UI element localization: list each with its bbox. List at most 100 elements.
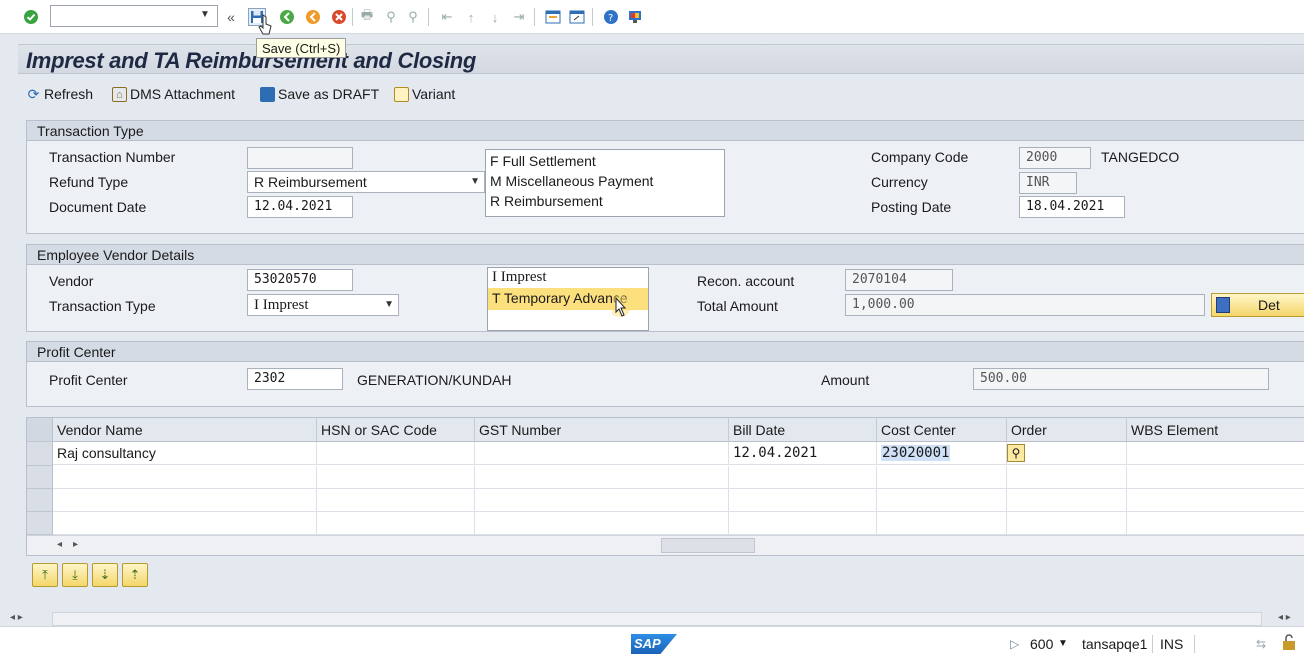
empty-cell[interactable]: [1007, 489, 1127, 512]
profit-center-field[interactable]: 2302: [247, 368, 343, 390]
row-selector[interactable]: [27, 489, 53, 512]
scroll-left-icon[interactable]: ◂: [57, 539, 62, 550]
row-selector[interactable]: [27, 442, 53, 466]
cost-center-cell[interactable]: 23020001: [877, 442, 1007, 465]
empty-cell[interactable]: [729, 512, 877, 535]
save-as-draft-button[interactable]: Save as DRAFT: [260, 82, 379, 106]
delete-row-button[interactable]: ⇣: [92, 563, 118, 587]
column-header[interactable]: Bill Date: [729, 418, 877, 442]
bill-date-cell[interactable]: 12.04.2021: [729, 442, 877, 465]
empty-cell[interactable]: [729, 489, 877, 512]
scroll-right-icon[interactable]: ◂ ▸: [1278, 612, 1291, 623]
row-selector[interactable]: [27, 512, 53, 535]
insert-row-button[interactable]: ⤒: [32, 563, 58, 587]
empty-cell[interactable]: [317, 489, 475, 512]
chevron-down-icon[interactable]: ▼: [470, 172, 480, 192]
scroll-track[interactable]: [52, 612, 1262, 626]
transaction-number-field[interactable]: [247, 147, 353, 169]
empty-cell[interactable]: [53, 489, 317, 512]
back-icon[interactable]: [278, 8, 296, 26]
column-header[interactable]: WBS Element: [1127, 418, 1304, 442]
previous-page-icon[interactable]: ↑: [462, 8, 480, 26]
amount-field[interactable]: 500.00: [973, 368, 1269, 390]
collapse-icon[interactable]: «: [222, 8, 240, 26]
vendor-name-cell[interactable]: Raj consultancy: [53, 442, 317, 465]
order-cell[interactable]: ⚲: [1007, 442, 1127, 465]
gst-cell[interactable]: [475, 442, 729, 465]
empty-cell[interactable]: [317, 512, 475, 535]
empty-cell[interactable]: [475, 466, 729, 489]
wbs-cell[interactable]: [1127, 442, 1304, 465]
lock-icon[interactable]: [1282, 633, 1296, 654]
next-page-icon[interactable]: ↓: [486, 8, 504, 26]
refund-option[interactable]: M Miscellaneous Payment: [486, 170, 724, 192]
shortcut-icon[interactable]: [568, 8, 586, 26]
page-horizontal-scrollbar[interactable]: ◂ ▸ ◂ ▸: [0, 611, 1304, 627]
column-header[interactable]: Vendor Name: [53, 418, 317, 442]
scroll-left-icon[interactable]: ◂ ▸: [10, 612, 23, 623]
recon-account-field[interactable]: 2070104: [845, 269, 953, 291]
hsn-cell[interactable]: [317, 442, 475, 465]
empty-cell[interactable]: [1127, 466, 1304, 489]
last-page-icon[interactable]: ⇥: [510, 8, 528, 26]
empty-cell[interactable]: [475, 512, 729, 535]
empty-cell[interactable]: [877, 466, 1007, 489]
first-page-icon[interactable]: ⇤: [438, 8, 456, 26]
scroll-right-icon[interactable]: ▸: [73, 539, 78, 550]
empty-cell[interactable]: [1127, 489, 1304, 512]
cancel-icon[interactable]: [330, 8, 348, 26]
empty-cell[interactable]: [317, 466, 475, 489]
empty-cell[interactable]: [1007, 466, 1127, 489]
enter-icon[interactable]: [22, 8, 40, 26]
select-all-cell[interactable]: [27, 418, 53, 442]
customize-layout-icon[interactable]: [626, 8, 644, 26]
document-date-field[interactable]: 12.04.2021: [247, 196, 353, 218]
print-icon[interactable]: 🖶: [358, 7, 376, 26]
details-button[interactable]: Det: [1211, 293, 1304, 317]
dms-attachment-button[interactable]: ⌂ DMS Attachment: [112, 82, 235, 106]
vendor-field[interactable]: 53020570: [247, 269, 353, 291]
scroll-thumb[interactable]: [661, 538, 755, 553]
transaction-option[interactable]: I Imprest: [488, 268, 648, 288]
empty-cell[interactable]: [877, 512, 1007, 535]
column-header[interactable]: GST Number: [475, 418, 729, 442]
row-selector[interactable]: [27, 466, 53, 489]
system-dropdown-icon[interactable]: ▼: [1058, 638, 1068, 649]
find-icon[interactable]: ⚲: [382, 8, 400, 26]
refund-option[interactable]: F Full Settlement: [486, 150, 724, 172]
command-field-dropdown-icon[interactable]: ▼: [200, 9, 210, 20]
copy-row-button[interactable]: ⇡: [122, 563, 148, 587]
refresh-button[interactable]: ⟳ Refresh: [26, 82, 93, 106]
empty-cell[interactable]: [729, 466, 877, 489]
empty-cell[interactable]: [53, 512, 317, 535]
table-horizontal-scrollbar[interactable]: ◂ ▸: [27, 535, 1304, 555]
transaction-type-select[interactable]: I Imprest ▼: [247, 294, 399, 316]
total-amount-field[interactable]: 1,000.00: [845, 294, 1205, 316]
posting-date-field[interactable]: 18.04.2021: [1019, 196, 1125, 218]
search-help-icon[interactable]: ⚲: [1007, 444, 1025, 462]
currency-field[interactable]: INR: [1019, 172, 1077, 194]
column-header[interactable]: HSN or SAC Code: [317, 418, 475, 442]
variant-button[interactable]: Variant: [394, 82, 455, 106]
help-icon[interactable]: ?: [602, 8, 620, 26]
empty-cell[interactable]: [877, 489, 1007, 512]
create-session-icon[interactable]: [544, 8, 562, 26]
layout-icon[interactable]: ⇆: [1256, 637, 1266, 651]
column-header[interactable]: Order: [1007, 418, 1127, 442]
empty-cell[interactable]: [1127, 512, 1304, 535]
empty-cell[interactable]: [475, 489, 729, 512]
chevron-down-icon[interactable]: ▼: [384, 295, 394, 315]
empty-cell[interactable]: [1007, 512, 1127, 535]
exit-icon[interactable]: [304, 8, 322, 26]
company-code-field[interactable]: 2000: [1019, 147, 1091, 169]
empty-cell[interactable]: [53, 466, 317, 489]
refund-type-listbox[interactable]: F Full Settlement M Miscellaneous Paymen…: [485, 149, 725, 217]
column-header[interactable]: Cost Center: [877, 418, 1007, 442]
append-row-button[interactable]: ⤓: [62, 563, 88, 587]
expand-status-icon[interactable]: ▷: [1010, 637, 1019, 651]
insert-mode[interactable]: INS: [1160, 636, 1183, 652]
find-next-icon[interactable]: ⚲: [404, 8, 422, 26]
command-field[interactable]: [50, 5, 218, 27]
refund-option[interactable]: R Reimbursement: [486, 190, 724, 212]
refund-type-select[interactable]: R Reimbursement ▼: [247, 171, 485, 193]
